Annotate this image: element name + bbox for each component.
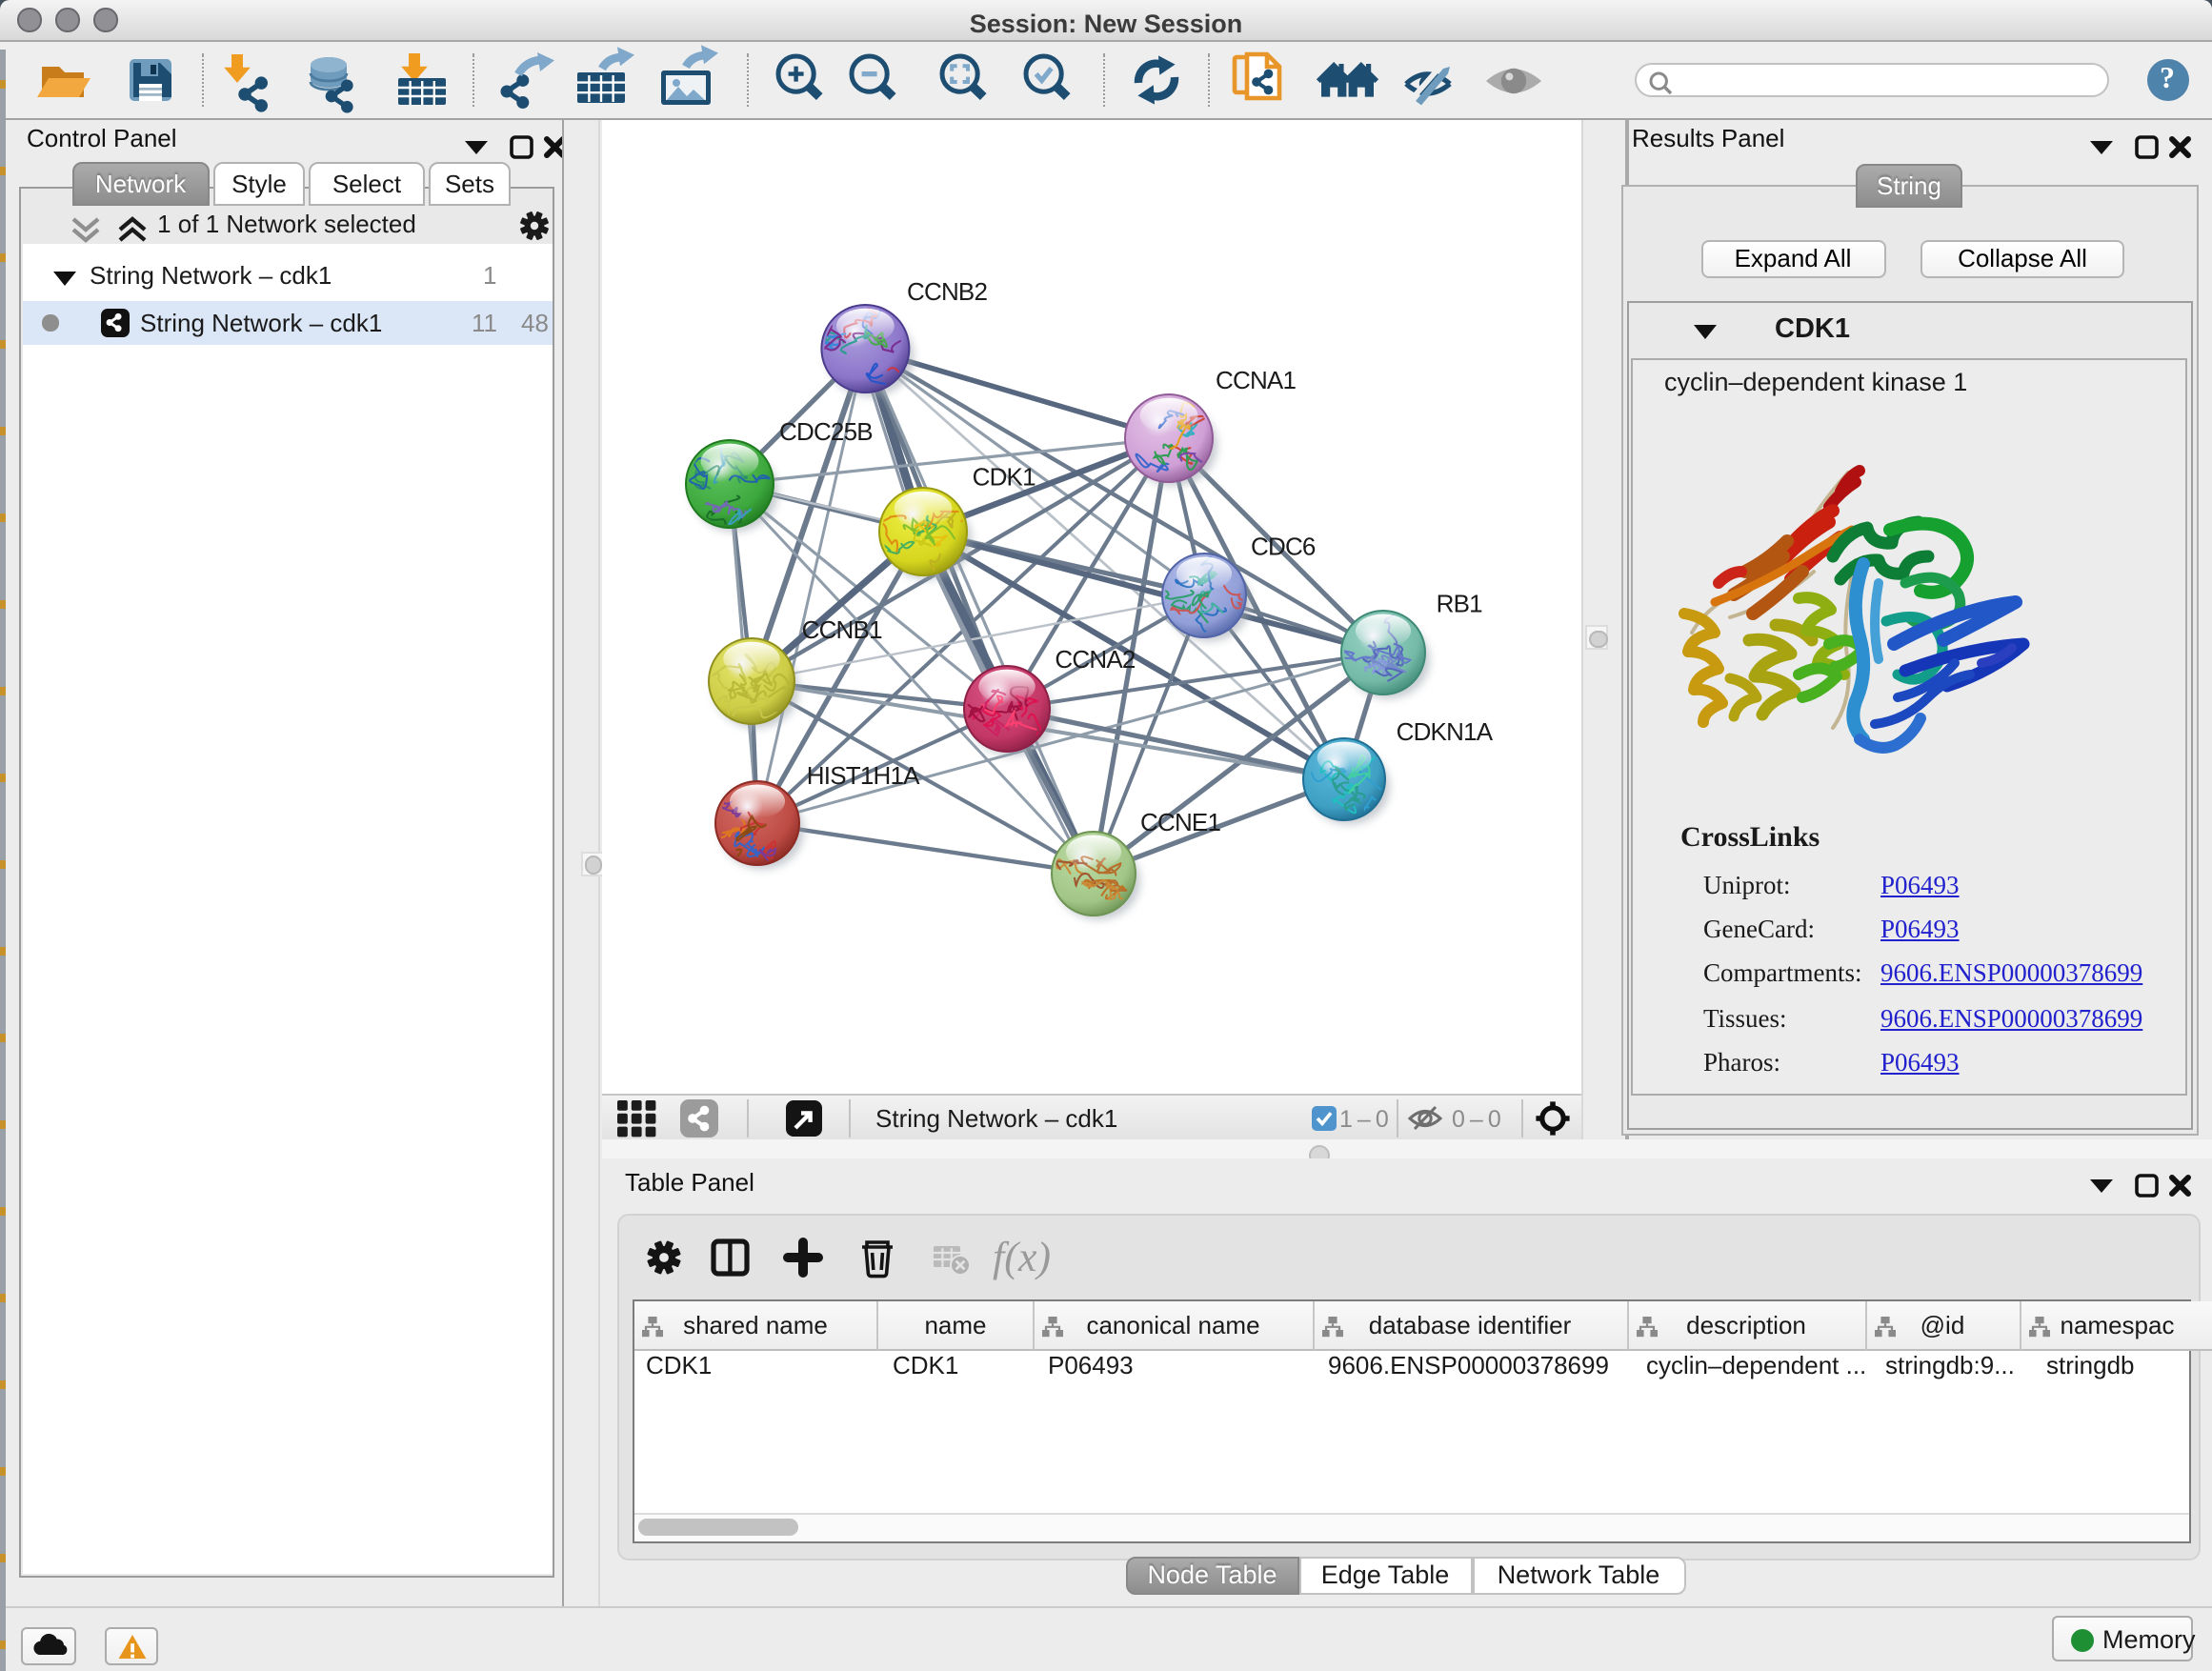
svg-text:HIST1H1A: HIST1H1A <box>806 761 919 790</box>
svg-text:0 – 0: 0 – 0 <box>1451 1106 1500 1133</box>
svg-text:CCNA1: CCNA1 <box>1215 366 1295 394</box>
svg-text:CCNB2: CCNB2 <box>906 277 986 306</box>
svg-text:1 – 0: 1 – 0 <box>1338 1106 1388 1133</box>
svg-text:f(x): f(x) <box>993 1233 1051 1279</box>
svg-text:CCNE1: CCNE1 <box>1139 808 1219 836</box>
svg-text:CDK1: CDK1 <box>972 463 1035 492</box>
svg-text:CDC6: CDC6 <box>1250 532 1315 560</box>
svg-text:String Network – cdk1: String Network – cdk1 <box>875 1104 1116 1133</box>
svg-text:CCNA2: CCNA2 <box>1054 645 1134 674</box>
svg-text:CDKN1A: CDKN1A <box>1396 717 1493 746</box>
svg-text:CDC25B: CDC25B <box>778 417 872 446</box>
svg-text:CCNB1: CCNB1 <box>801 615 881 644</box>
svg-text:RB1: RB1 <box>1436 589 1482 617</box>
